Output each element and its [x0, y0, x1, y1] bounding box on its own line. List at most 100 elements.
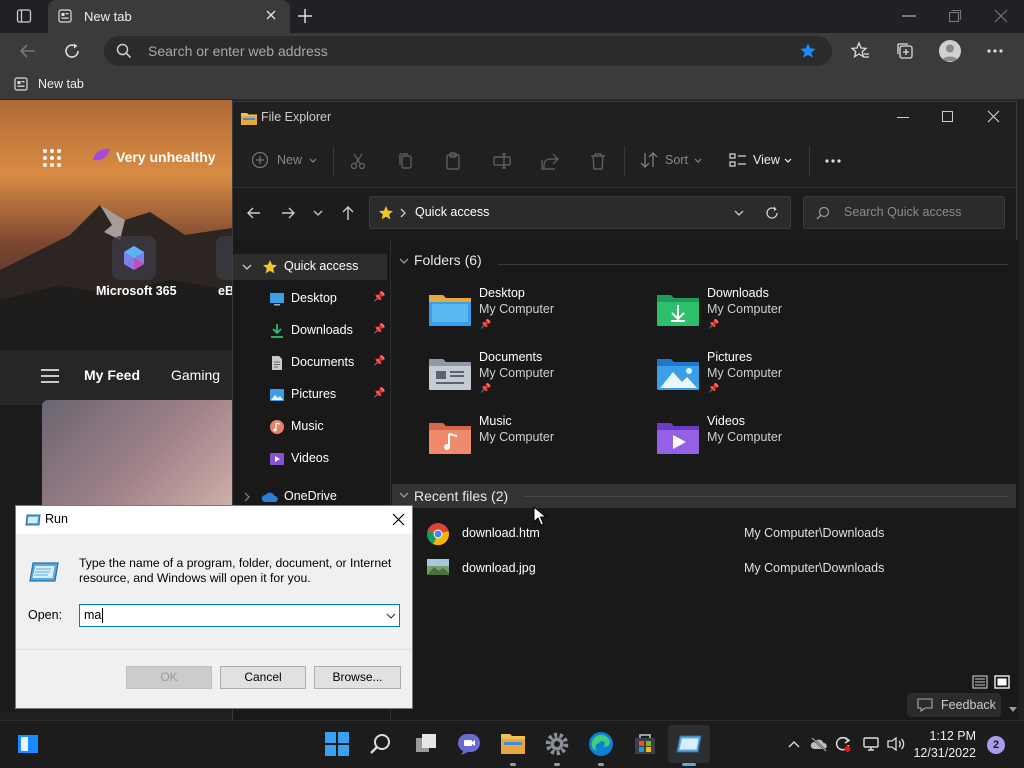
chevron-down-icon[interactable]	[399, 492, 409, 499]
start-button-icon[interactable]	[324, 731, 350, 757]
nav-item-videos[interactable]: Videos	[233, 446, 387, 472]
show-desktop-icon[interactable]	[17, 733, 39, 755]
favorites-bar-item[interactable]: New tab	[14, 76, 94, 94]
folder-tile-desktop[interactable]: Desktop My Computer 📌	[392, 286, 612, 346]
settings-gear-icon[interactable]	[544, 731, 570, 757]
nav-item-documents[interactable]: Documents 📌	[233, 350, 387, 376]
task-view-icon[interactable]	[413, 731, 439, 757]
show-hidden-icons-chevron-icon[interactable]	[788, 740, 800, 748]
explorer-maximize-button[interactable]	[942, 111, 953, 122]
new-tab-button[interactable]	[296, 7, 314, 25]
tiles-view-icon[interactable]	[994, 674, 1010, 690]
share-icon[interactable]	[541, 152, 559, 170]
clock-time[interactable]: 1:12 PM	[916, 729, 976, 743]
up-arrow-icon[interactable]	[340, 205, 356, 221]
scrollbar-down-arrow-icon[interactable]	[1008, 706, 1018, 714]
store-icon[interactable]	[632, 731, 658, 757]
weather-text[interactable]: Very unhealthy	[116, 149, 216, 165]
edge-browser-icon[interactable]	[588, 731, 614, 757]
run-open-combobox[interactable]: ma	[79, 604, 400, 627]
nav-item-downloads[interactable]: Downloads 📌	[233, 318, 387, 344]
view-button[interactable]: View	[729, 150, 797, 172]
chevron-right-icon[interactable]	[243, 492, 251, 502]
settings-more-icon[interactable]	[986, 48, 1004, 54]
recent-file-row[interactable]: download.jpg My Computer\Downloads	[426, 555, 986, 583]
clock-date[interactable]: 12/31/2022	[912, 746, 976, 760]
running-indicator	[598, 763, 604, 766]
cut-icon[interactable]	[349, 152, 367, 170]
chat-icon[interactable]	[456, 731, 482, 757]
folder-tile-documents[interactable]: Documents My Computer 📌	[392, 350, 612, 410]
run-close-button[interactable]	[392, 513, 405, 526]
volume-icon[interactable]	[886, 736, 906, 752]
favorite-star-icon[interactable]	[799, 42, 817, 60]
folders-section-header[interactable]: Folders (6)	[392, 252, 1008, 276]
new-button[interactable]: New	[251, 150, 319, 172]
explorer-close-button[interactable]	[987, 110, 1000, 123]
explorer-minimize-button[interactable]	[897, 117, 909, 118]
address-bar[interactable]: Search or enter web address	[104, 36, 832, 66]
recent-file-row[interactable]: download.htm My Computer\Downloads	[426, 520, 986, 548]
feed-tab-my-feed[interactable]: My Feed	[84, 367, 140, 383]
search-icon[interactable]	[368, 731, 394, 757]
videos-icon	[270, 453, 284, 465]
nav-item-music[interactable]: Music	[233, 414, 387, 440]
pin-icon: 📌	[373, 324, 386, 335]
forward-arrow-icon[interactable]	[280, 205, 296, 221]
nav-quick-access[interactable]: Quick access	[233, 254, 387, 280]
cloud-sync-icon[interactable]	[810, 736, 828, 752]
update-notification-icon[interactable]	[834, 735, 852, 753]
browser-minimize-button[interactable]	[902, 15, 916, 17]
folder-tile-videos[interactable]: Videos My Computer	[620, 414, 840, 474]
run-taskbar-icon[interactable]	[668, 725, 710, 763]
notification-badge[interactable]: 2	[987, 736, 1005, 754]
recent-locations-chevron-icon[interactable]	[313, 210, 323, 217]
microsoft-365-tile[interactable]	[112, 236, 156, 280]
file-explorer-taskbar-icon[interactable]	[500, 731, 526, 757]
feedback-button[interactable]: Feedback	[907, 693, 1001, 717]
folder-tile-downloads[interactable]: Downloads My Computer 📌	[620, 286, 840, 346]
cancel-button[interactable]: Cancel	[220, 666, 306, 689]
chevron-down-icon[interactable]	[386, 613, 396, 619]
chevron-down-icon[interactable]	[399, 258, 409, 265]
nav-item-desktop[interactable]: Desktop 📌	[233, 286, 387, 312]
rename-icon[interactable]	[493, 152, 511, 170]
refresh-icon[interactable]	[765, 206, 779, 220]
ok-button[interactable]: OK	[126, 666, 212, 689]
hamburger-menu-icon[interactable]	[41, 369, 59, 383]
feed-tab-gaming[interactable]: Gaming	[171, 367, 220, 383]
nav-item-pictures[interactable]: Pictures 📌	[233, 382, 387, 408]
chevron-down-icon[interactable]	[242, 264, 252, 271]
run-open-input-text[interactable]: ma	[84, 608, 101, 622]
network-icon[interactable]	[862, 736, 880, 752]
tab-actions-icon[interactable]	[16, 8, 32, 24]
explorer-search-input[interactable]: Search Quick access	[803, 196, 1005, 229]
feed-card-image[interactable]	[42, 400, 232, 510]
more-options-icon[interactable]	[824, 158, 842, 164]
folder-tile-music[interactable]: Music My Computer	[392, 414, 612, 474]
browser-tab[interactable]: New tab	[48, 0, 290, 33]
recent-files-section-header[interactable]: Recent files (2)	[392, 484, 1016, 508]
browser-restore-button[interactable]	[948, 9, 962, 23]
folder-name: Documents	[479, 350, 543, 364]
favorites-icon[interactable]	[850, 41, 870, 61]
browser-close-button[interactable]	[994, 9, 1008, 23]
refresh-icon[interactable]	[62, 41, 82, 61]
details-view-icon[interactable]	[972, 674, 988, 690]
delete-icon[interactable]	[589, 152, 607, 170]
profile-avatar[interactable]	[939, 40, 961, 62]
back-arrow-icon[interactable]	[246, 205, 262, 221]
path-bar[interactable]: Quick access	[369, 196, 791, 229]
copy-icon[interactable]	[397, 152, 415, 170]
collections-icon[interactable]	[895, 41, 915, 61]
browse-button[interactable]: Browse...	[314, 666, 401, 689]
apps-grid-icon[interactable]	[42, 148, 62, 168]
ebay-tile[interactable]	[216, 236, 232, 280]
paste-icon[interactable]	[444, 152, 462, 170]
back-arrow-icon[interactable]	[18, 42, 38, 60]
tab-close-icon[interactable]	[264, 8, 278, 22]
sort-button[interactable]: Sort	[640, 150, 704, 172]
folder-tile-pictures[interactable]: Pictures My Computer 📌	[620, 350, 840, 410]
path-segment[interactable]: Quick access	[415, 205, 489, 219]
path-history-chevron-icon[interactable]	[734, 210, 744, 217]
